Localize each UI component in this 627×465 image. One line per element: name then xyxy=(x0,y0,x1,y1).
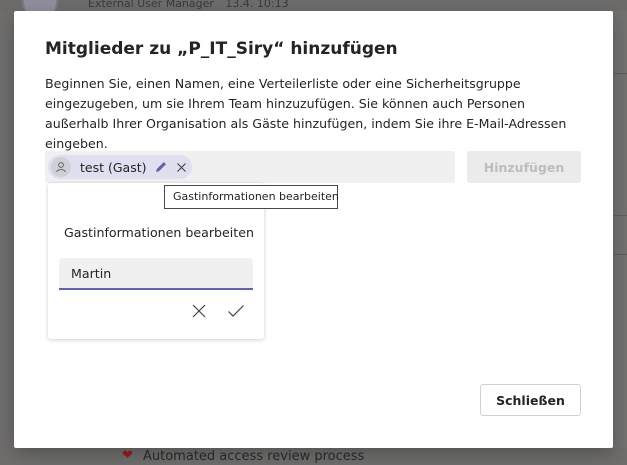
guest-chip-label: test (Gast) xyxy=(80,159,147,175)
edit-guest-tooltip: Gastinformationen bearbeiten xyxy=(164,185,339,209)
guest-name-input[interactable] xyxy=(59,258,253,290)
guest-chip[interactable]: test (Gast) xyxy=(48,155,192,179)
background-app-name: External User Manager xyxy=(88,0,214,10)
background-timestamp: 13.4. 10:13 xyxy=(225,0,289,10)
heart-icon: ❤ xyxy=(122,448,133,463)
dialog-description: Beginnen Sie, einen Namen, eine Verteile… xyxy=(45,76,567,151)
background-item-text: Automated access review process xyxy=(143,449,365,464)
person-icon xyxy=(51,157,71,177)
add-members-dialog: Mitglieder zu „P_IT_Siry“ hinzufügen Beg… xyxy=(14,11,613,448)
pencil-icon[interactable] xyxy=(154,160,168,174)
background-item-header: External User Manager 13.4. 10:13 xyxy=(88,0,289,10)
edit-guest-popup-title: Gastinformationen bearbeiten xyxy=(64,225,254,240)
close-icon[interactable] xyxy=(176,162,187,173)
background-divider xyxy=(614,73,627,74)
checkmark-icon[interactable] xyxy=(227,303,245,319)
background-divider xyxy=(614,254,627,255)
background-right-strip xyxy=(613,11,627,448)
add-button[interactable]: Hinzufügen xyxy=(467,151,581,183)
people-picker-input[interactable]: test (Gast) xyxy=(45,151,455,183)
dialog-title: Mitglieder zu „P_IT_Siry“ hinzufügen xyxy=(45,39,398,59)
background-divider xyxy=(614,215,627,216)
cancel-icon[interactable] xyxy=(191,303,207,319)
close-button[interactable]: Schließen xyxy=(480,384,581,416)
